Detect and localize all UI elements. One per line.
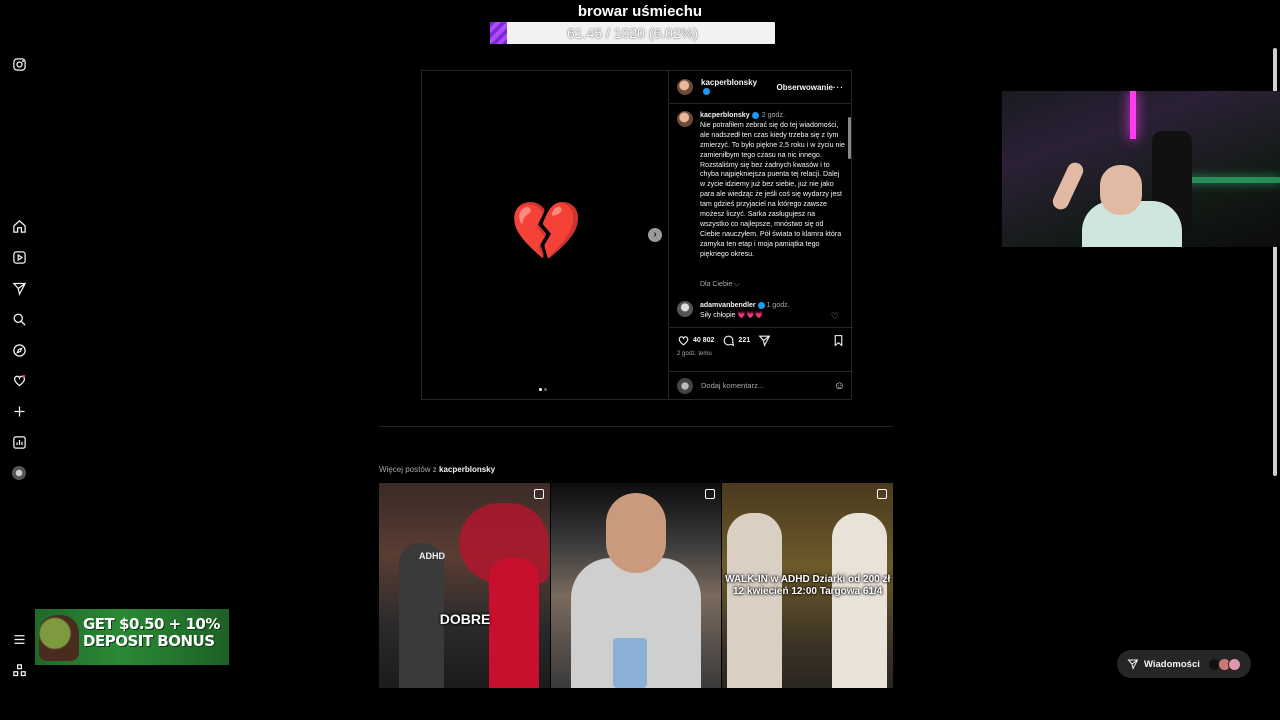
- caption-author-avatar[interactable]: [677, 111, 693, 127]
- comments-section: kacperblonsky 2 godz. Nie potrafiłem zebr…: [669, 105, 853, 327]
- comment-author[interactable]: adamvanbendler: [700, 302, 756, 309]
- caption-author[interactable]: kacperblonsky: [700, 111, 750, 119]
- post-age: 2 godz. temu: [677, 351, 712, 357]
- author-username[interactable]: kacperblonsky: [701, 78, 763, 96]
- comment-icon[interactable]: [722, 334, 735, 347]
- comment-text: Siły chłopie 💗💗💗: [700, 312, 764, 319]
- post-thumbnail[interactable]: WALK-IN w ADHD Dziarki od 200 zł 12 kwie…: [722, 483, 894, 688]
- sidebar: [0, 46, 40, 688]
- verified-badge-icon: [703, 88, 710, 96]
- add-comment-bar: Dodaj komentarz... ☺: [669, 371, 853, 399]
- post-media[interactable]: 💔 ›: [422, 71, 668, 399]
- author-avatar[interactable]: [677, 79, 693, 95]
- reel-icon: [705, 489, 716, 499]
- comment-time: 1 godz.: [766, 302, 790, 309]
- post-thumbnail[interactable]: [550, 483, 722, 688]
- reel-icon: [877, 489, 888, 499]
- banner-text: GET $0.50 + 10% DEPOSIT BONUS: [83, 615, 220, 650]
- notifications-heart-icon[interactable]: [10, 371, 28, 389]
- carousel-dots: [539, 388, 547, 391]
- more-posts-label: Więcej postów z kacperblonsky: [379, 465, 496, 474]
- create-plus-icon[interactable]: [10, 402, 28, 420]
- home-icon[interactable]: [10, 217, 28, 235]
- goal-progress-text: 61.45 / 1020 (6.02%): [567, 25, 698, 41]
- next-slide-button[interactable]: ›: [648, 228, 662, 242]
- caption-time: 2 godz.: [761, 111, 785, 119]
- following-button[interactable]: Obserwowanie: [777, 83, 833, 92]
- goal-progress-bar: 61.45 / 1020 (6.02%): [490, 22, 775, 44]
- comment-like-icon[interactable]: ♡: [831, 311, 839, 321]
- stream-title: browar uśmiechu: [577, 3, 703, 20]
- explore-icon[interactable]: [10, 341, 28, 359]
- like-count[interactable]: 40 802: [693, 337, 714, 344]
- save-bookmark-icon[interactable]: [832, 334, 845, 347]
- post-caption: kacperblonsky 2 godz. Nie potrafiłem zebr…: [677, 111, 845, 260]
- reel-icon: [533, 489, 544, 499]
- post-side-panel: kacperblonsky Obserwowanie ··· kacperblo…: [668, 71, 853, 399]
- caption-text: Nie potrafiłem zebrać się do tej wiadomo…: [700, 120, 845, 258]
- more-posts-user-link[interactable]: kacperblonsky: [439, 465, 495, 474]
- reels-icon[interactable]: [10, 248, 28, 266]
- for-you-toggle[interactable]: Dla Ciebie ⌵: [700, 281, 740, 289]
- commenter-avatar[interactable]: [677, 301, 693, 317]
- streamer-webcam: [1002, 91, 1280, 247]
- comments-scrollbar[interactable]: [847, 109, 852, 325]
- post-actions: 40 802 221 2 godz. temu: [669, 327, 853, 371]
- menu-hamburger-icon[interactable]: [10, 630, 28, 648]
- like-icon[interactable]: [677, 334, 690, 347]
- mascot-image: [39, 615, 79, 661]
- tile-wordmark: ADHD: [419, 551, 445, 561]
- comment-count: 221: [738, 337, 751, 344]
- stream-header: browar uśmiechu 61.45 / 1020 (6.02%): [0, 0, 1280, 46]
- post-header: kacperblonsky Obserwowanie ···: [669, 71, 852, 104]
- current-user-avatar: [677, 377, 693, 394]
- profile-avatar-icon[interactable]: [10, 464, 28, 482]
- more-options-icon[interactable]: ···: [833, 83, 844, 92]
- messages-label: Wiadomości: [1144, 658, 1200, 670]
- search-icon[interactable]: [10, 310, 28, 328]
- add-comment-input[interactable]: Dodaj komentarz...: [701, 381, 764, 390]
- section-divider: [379, 426, 893, 427]
- broken-heart-emoji: 💔: [510, 199, 583, 264]
- more-posts-grid: ADHD DOBRE WALK-IN w ADHD Dziarki od 200…: [379, 483, 894, 688]
- tile-overlay-text: DOBRE: [439, 611, 491, 627]
- post-thumbnail[interactable]: ADHD DOBRE: [379, 483, 550, 688]
- emoji-picker-icon[interactable]: ☺: [834, 380, 845, 392]
- meta-apps-icon[interactable]: [10, 661, 28, 679]
- instagram-logo-icon[interactable]: [10, 55, 28, 73]
- messages-button[interactable]: Wiadomości: [1117, 650, 1251, 678]
- bottom-bar: [0, 688, 1280, 720]
- casino-bonus-banner[interactable]: GET $0.50 + 10% DEPOSIT BONUS: [35, 609, 229, 665]
- post-card: 💔 › kacperblonsky Obserwowanie ··· kacpe…: [421, 70, 853, 400]
- tile-overlay-text: WALK-IN w ADHD Dziarki od 200 zł 12 kwie…: [725, 574, 891, 597]
- comment-item: adamvanbendler 1 godz. Siły chłopie 💗💗💗 …: [677, 301, 845, 321]
- message-avatars: [1208, 657, 1241, 671]
- verified-badge-icon: [751, 111, 759, 119]
- send-icon: [1127, 659, 1139, 670]
- verified-badge-icon: [757, 301, 765, 309]
- share-icon[interactable]: [758, 334, 771, 347]
- direct-messages-icon[interactable]: [10, 279, 28, 297]
- dashboard-icon[interactable]: [10, 433, 28, 451]
